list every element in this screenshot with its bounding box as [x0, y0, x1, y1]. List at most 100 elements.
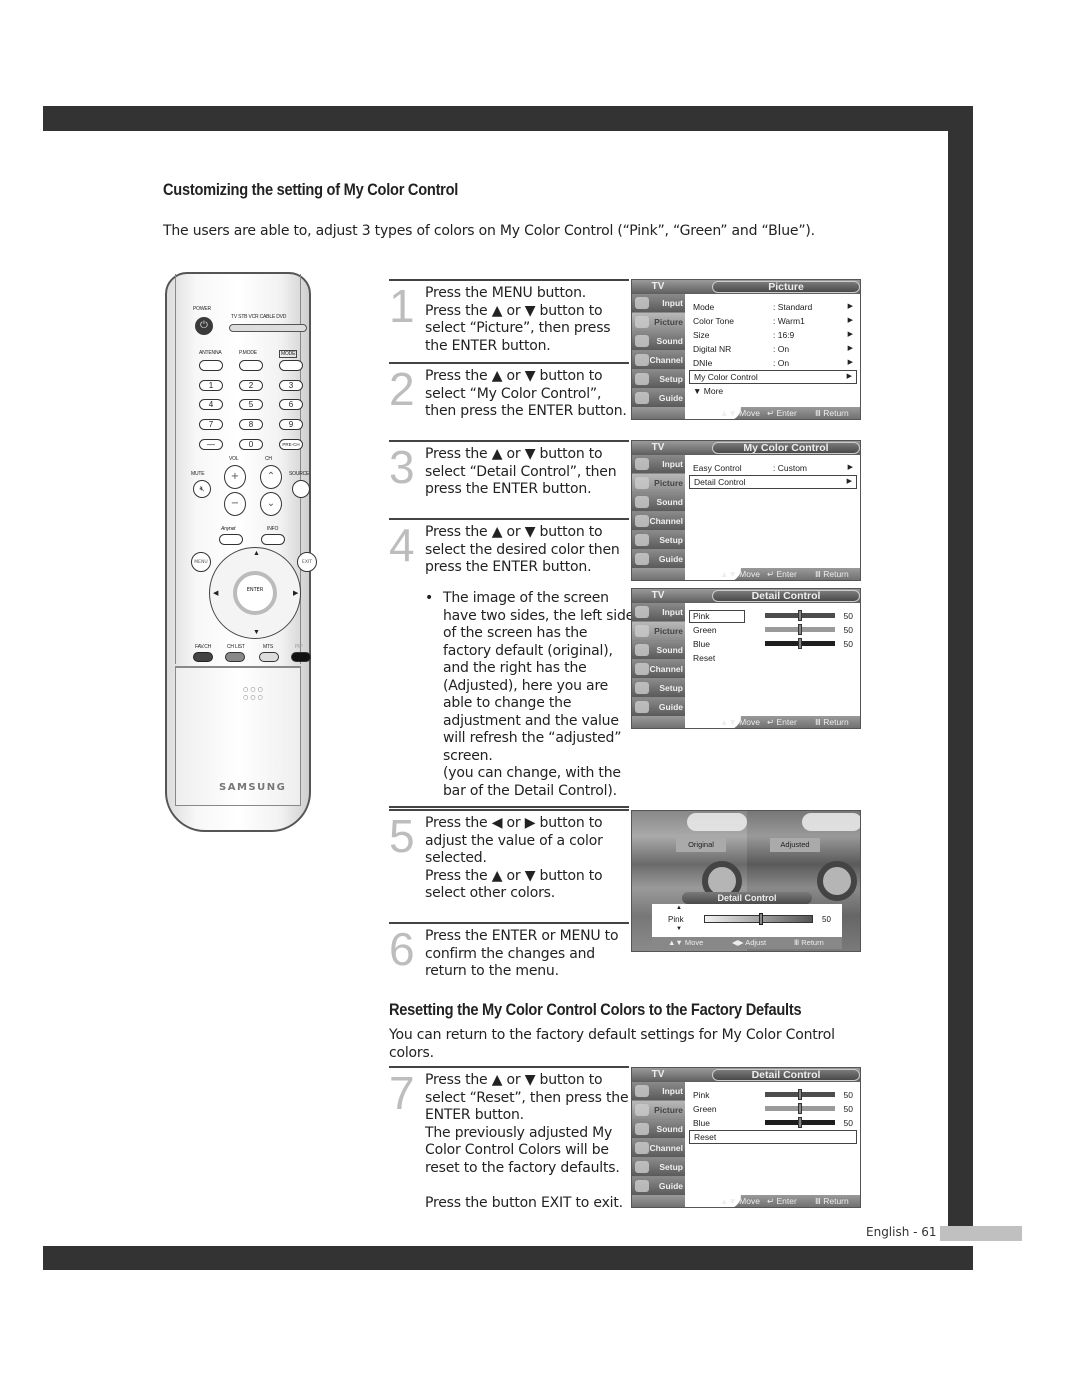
- osd-color-slider[interactable]: [765, 638, 835, 649]
- osd-sidebar-item-guide[interactable]: Guide: [632, 698, 685, 717]
- osd-sidebar-item-guide[interactable]: Guide: [632, 550, 685, 569]
- osd-sidebar-item-sound[interactable]: Sound: [632, 493, 685, 512]
- osd-sidebar-item-sound[interactable]: Sound: [632, 641, 685, 660]
- footer-enter: ↵ Enter: [767, 1196, 797, 1206]
- remote-pmode-button: [239, 360, 263, 371]
- osd-menu-item[interactable]: Easy Control: Custom ▶: [689, 461, 857, 475]
- osd-item-label: Detail Control: [694, 477, 746, 487]
- remote-digit-9: 9: [279, 419, 303, 430]
- osd-detail-control-reset-menu: TV Detail Control Input Picture Sound Channel…: [631, 1067, 861, 1208]
- osd-sidebar-item-guide[interactable]: Guide: [632, 389, 685, 408]
- osd-reset-row[interactable]: Reset: [689, 651, 857, 665]
- osd-slider-handle[interactable]: [798, 610, 802, 621]
- footer-return: Ⅲ Return: [815, 1196, 849, 1206]
- ch-up-icon: ⌃: [260, 465, 282, 489]
- osd-sidebar-label: Input: [662, 1086, 683, 1096]
- osd-sidebar-item-input[interactable]: Input: [632, 294, 685, 313]
- osd-sidebar-item-setup[interactable]: Setup: [632, 531, 685, 550]
- remote-mode-label: MODE: [279, 350, 298, 358]
- osd-item-value: : On: [773, 358, 790, 368]
- osd-item-label: Color Tone: [693, 316, 734, 326]
- osd-sidebar-item-input[interactable]: Input: [632, 603, 685, 622]
- preview-cloud: [687, 813, 747, 831]
- osd-color-slider[interactable]: [765, 1117, 835, 1128]
- osd-slider-handle[interactable]: [798, 1089, 802, 1100]
- osd-menu-item[interactable]: Color Tone: Warm1 ▶: [689, 314, 857, 328]
- osd-color-slider[interactable]: [765, 624, 835, 635]
- remote-enter-button: ENTER: [233, 571, 277, 615]
- osd-color-slider[interactable]: [765, 1103, 835, 1114]
- preview-slider-handle[interactable]: [758, 913, 763, 925]
- osd-item-label: Easy Control: [693, 463, 742, 473]
- osd-color-slider[interactable]: [765, 1089, 835, 1100]
- osd-menu-item[interactable]: ▼ More: [689, 384, 857, 398]
- osd-sidebar-item-channel[interactable]: Channel: [632, 351, 685, 370]
- remote-source-button: [292, 480, 310, 498]
- osd-color-slider[interactable]: [765, 610, 835, 621]
- osd-sidebar-label: Input: [662, 298, 683, 308]
- step-7: 7 Press the ▲ or ▼ button to select “Res…: [389, 1066, 629, 1216]
- step-1: 1 Press the MENU button. Press the ▲ or …: [389, 279, 629, 359]
- osd-sidebar-item-channel[interactable]: Channel: [632, 512, 685, 531]
- sound-icon: [635, 496, 649, 508]
- osd-color-row[interactable]: Blue 50: [689, 637, 857, 651]
- chevron-right-icon: ▶: [847, 359, 853, 366]
- osd-slider-handle[interactable]: [798, 638, 802, 649]
- osd-color-row[interactable]: Green 50: [689, 1102, 857, 1116]
- remote-digit-5: 5: [239, 399, 263, 410]
- osd-slider-handle[interactable]: [798, 1103, 802, 1114]
- page-right-bar: [948, 106, 973, 1226]
- osd-slider-handle[interactable]: [798, 624, 802, 635]
- footer-enter: ↵ Enter: [767, 569, 797, 579]
- mute-icon: 🔇︎: [193, 480, 211, 498]
- osd-color-row[interactable]: Pink 50: [689, 609, 857, 623]
- osd-sidebar-item-sound[interactable]: Sound: [632, 332, 685, 351]
- osd-slider-handle[interactable]: [798, 1117, 802, 1128]
- osd-sidebar-item-picture[interactable]: Picture: [632, 313, 685, 332]
- osd-reset-row[interactable]: Reset: [689, 1130, 857, 1144]
- osd-content: Mode: Standard ▶ Color Tone: Warm1 ▶ Size: 1…: [689, 300, 857, 398]
- osd-sidebar-item-setup[interactable]: Setup: [632, 679, 685, 698]
- osd-sidebar-item-setup[interactable]: Setup: [632, 1158, 685, 1177]
- osd-item-value: : On: [773, 344, 790, 354]
- osd-menu-item[interactable]: DNIe: On ▶: [689, 356, 857, 370]
- preview-slider-track[interactable]: [704, 913, 813, 925]
- remote-pmode-label: P.MODE: [239, 350, 257, 356]
- osd-menu-item[interactable]: My Color Control ▶: [689, 370, 857, 384]
- osd-sidebar-item-channel[interactable]: Channel: [632, 660, 685, 679]
- step-text: Press the ▲ or ▼ button to select “Reset…: [425, 1072, 629, 1211]
- step-number: 1: [389, 280, 415, 332]
- osd-color-row[interactable]: Blue 50: [689, 1116, 857, 1130]
- osd-sidebar-item-picture[interactable]: Picture: [632, 622, 685, 641]
- setup-icon: [635, 682, 649, 694]
- page-tab: [940, 1226, 1022, 1241]
- osd-menu-item[interactable]: Digital NR: On ▶: [689, 342, 857, 356]
- osd-sidebar-label: Setup: [659, 1162, 683, 1172]
- osd-menu-item[interactable]: Detail Control ▶: [689, 475, 857, 489]
- osd-sidebar-item-channel[interactable]: Channel: [632, 1139, 685, 1158]
- osd-color-row[interactable]: Pink 50: [689, 1088, 857, 1102]
- osd-sidebar-item-input[interactable]: Input: [632, 455, 685, 474]
- osd-sidebar-item-input[interactable]: Input: [632, 1082, 685, 1101]
- osd-sidebar-item-picture[interactable]: Picture: [632, 1101, 685, 1120]
- dpad-up-icon: ▲: [253, 550, 260, 557]
- input-icon: [635, 606, 649, 618]
- osd-sidebar-item-picture[interactable]: Picture: [632, 474, 685, 493]
- osd-color-row[interactable]: Green 50: [689, 623, 857, 637]
- channel-icon: [635, 354, 649, 366]
- remote-digit-2: 2: [239, 380, 263, 391]
- osd-color-value: 50: [843, 1104, 853, 1114]
- osd-sidebar: Input Picture Sound Channel Setup Guide: [632, 1082, 685, 1196]
- chevron-right-icon: ▶: [847, 303, 853, 310]
- footer-move: ▲▼ Move: [668, 938, 704, 947]
- osd-menu-item[interactable]: Size: 16:9 ▶: [689, 328, 857, 342]
- osd-sidebar-label: Picture: [654, 1105, 683, 1115]
- osd-sidebar-item-setup[interactable]: Setup: [632, 370, 685, 389]
- remote-favch-button: [193, 652, 213, 662]
- osd-menu-item[interactable]: Mode: Standard ▶: [689, 300, 857, 314]
- osd-tv-label: TV: [651, 442, 665, 453]
- osd-color-value: 50: [843, 639, 853, 649]
- page-bottom-bar: [43, 1246, 973, 1270]
- osd-sidebar-item-sound[interactable]: Sound: [632, 1120, 685, 1139]
- osd-sidebar-item-guide[interactable]: Guide: [632, 1177, 685, 1196]
